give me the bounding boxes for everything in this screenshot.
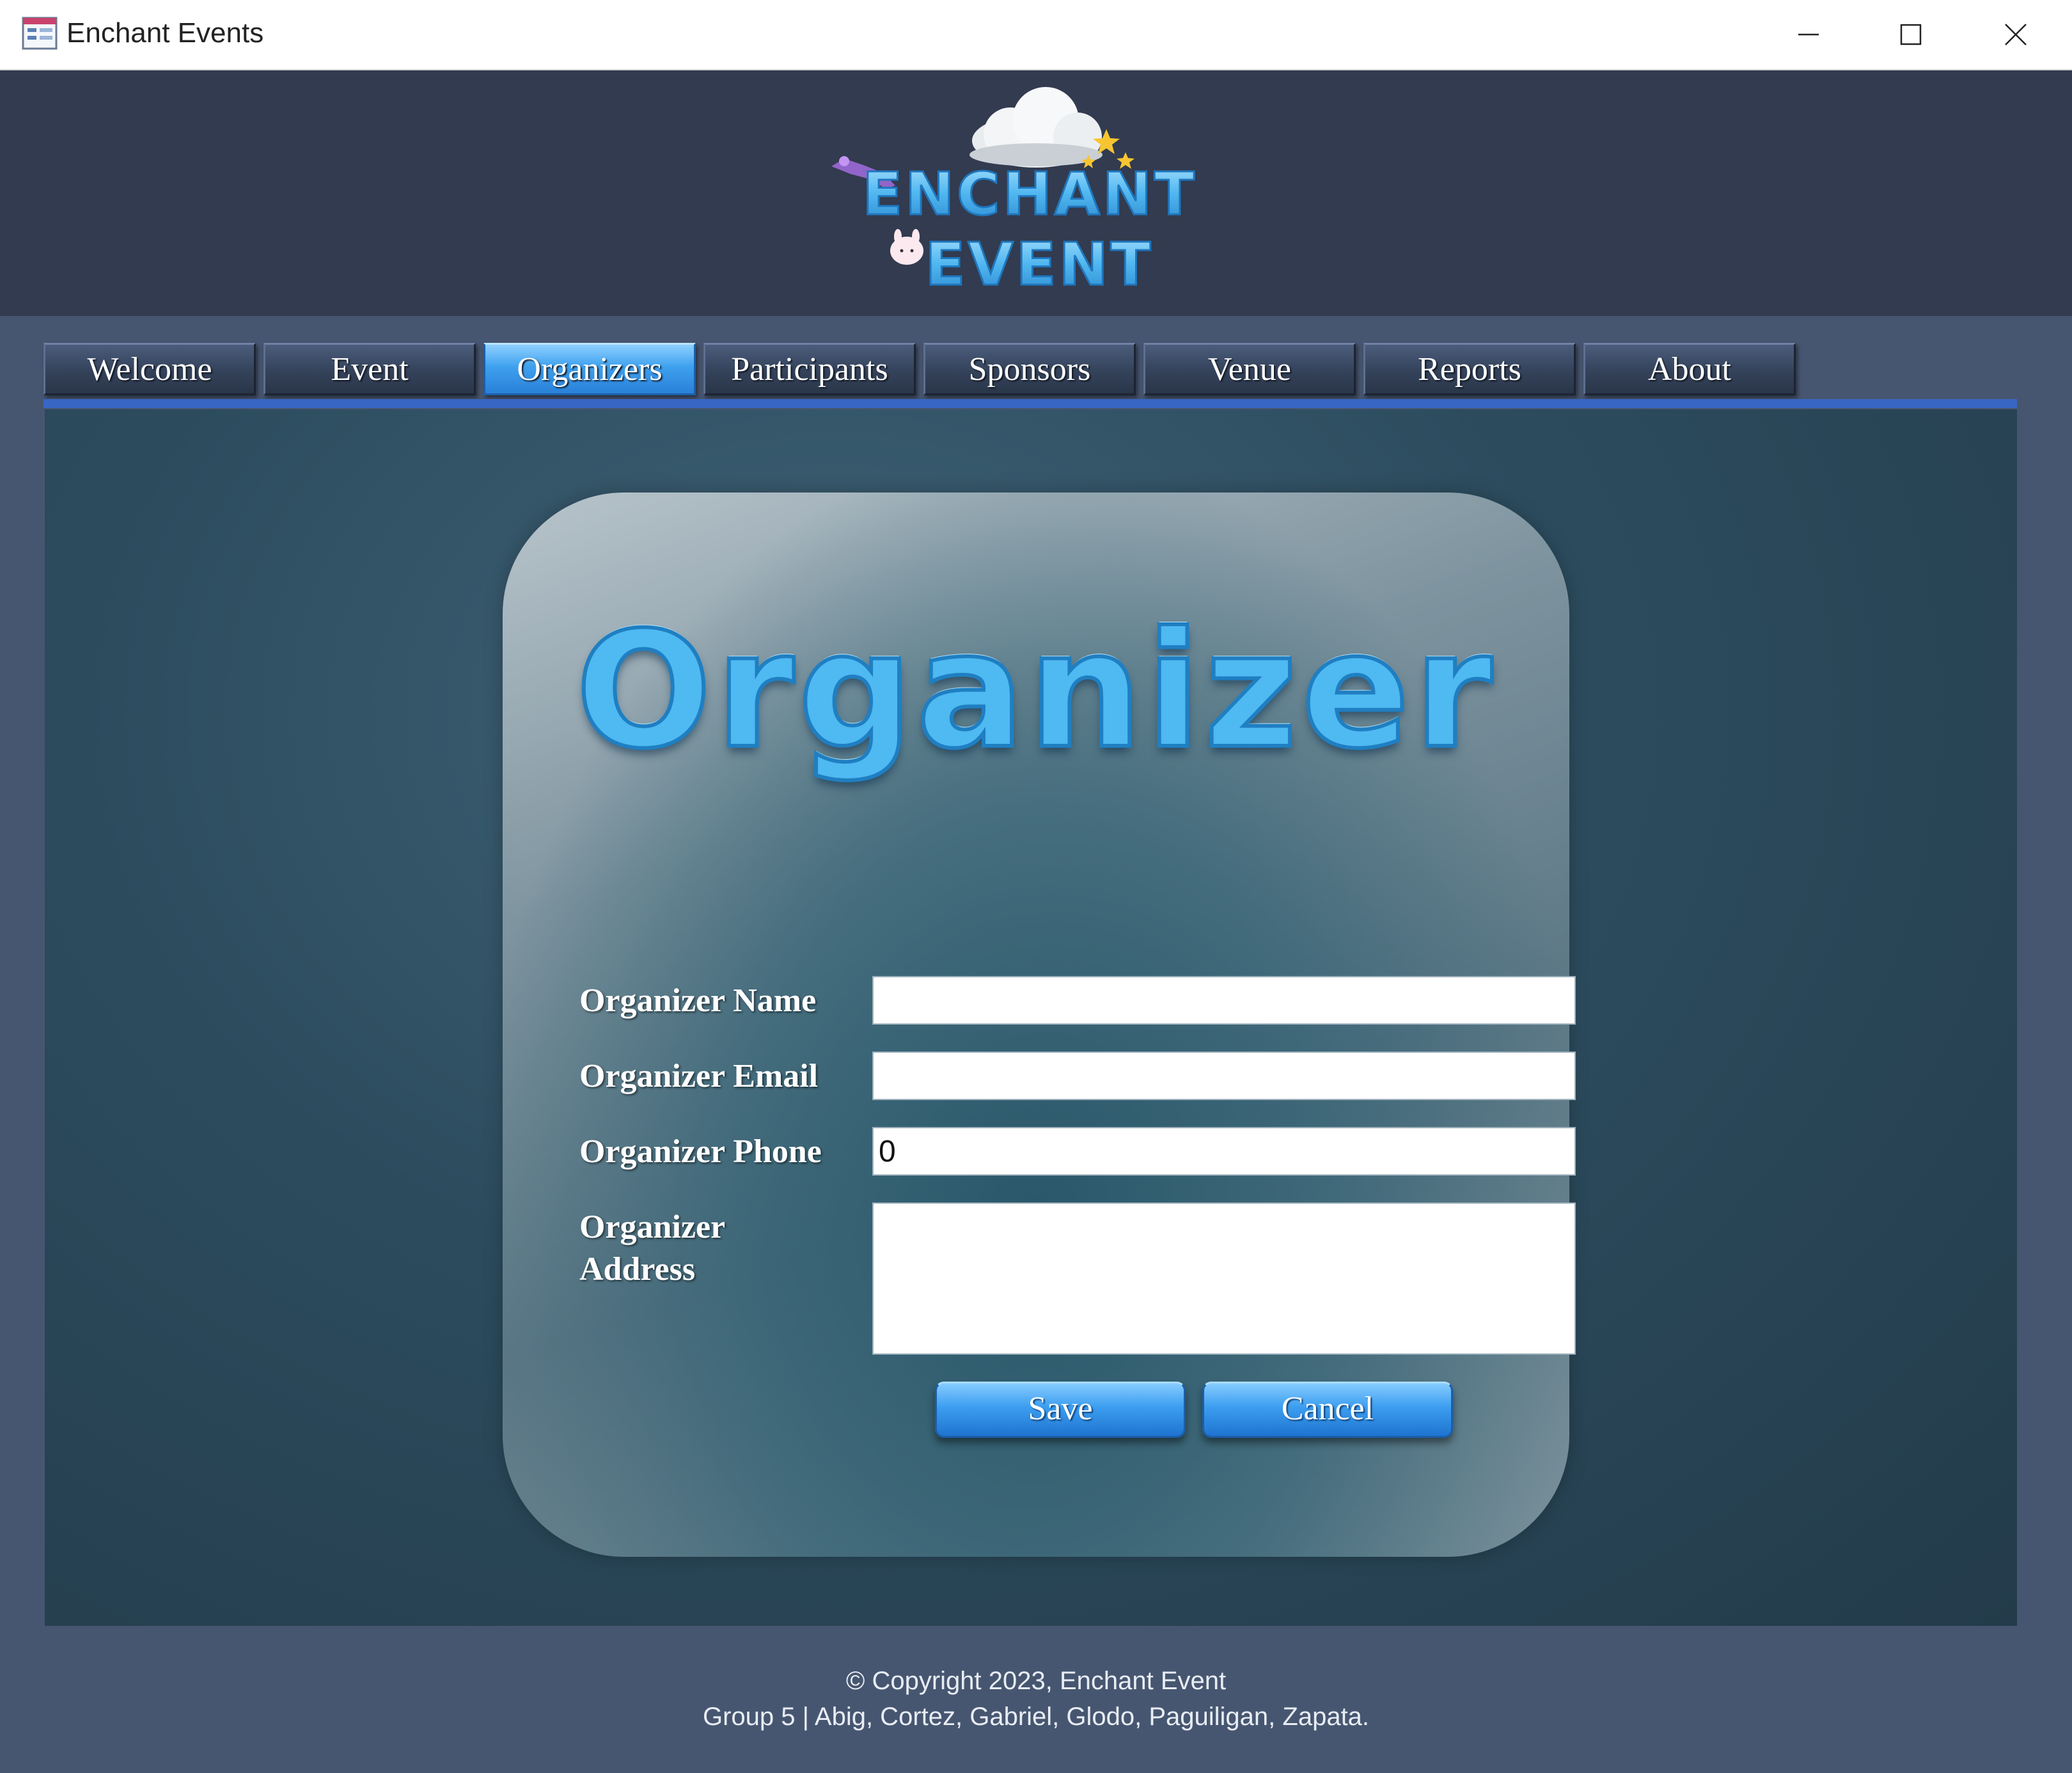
organizer-address-label-line1: Organizer <box>579 1209 726 1245</box>
cloud-icon <box>969 87 1103 168</box>
organizer-name-label: Organizer Name <box>579 982 817 1019</box>
organizer-name-input[interactable] <box>872 976 1576 1025</box>
maximize-icon <box>1900 24 1922 45</box>
organizer-address-label-line2: Address <box>579 1251 696 1288</box>
tab-venue[interactable]: Venue <box>1143 343 1356 395</box>
organizer-phone-input[interactable] <box>872 1127 1576 1176</box>
close-button[interactable] <box>1965 0 2067 69</box>
organizer-form-card: Organizer Organizer Name Organizer Email… <box>503 492 1576 1557</box>
header-banner: ENCHANT EVENT <box>0 70 2072 316</box>
tab-about[interactable]: About <box>1583 343 1796 395</box>
tab-underline <box>43 399 2017 408</box>
maximize-button[interactable] <box>1860 0 1962 69</box>
logo-text-event: EVENT <box>925 230 1154 299</box>
form-heading: Organizer <box>574 597 1496 784</box>
cancel-button[interactable]: Cancel <box>1202 1382 1453 1438</box>
tab-sponsors[interactable]: Sponsors <box>923 343 1136 395</box>
save-button[interactable]: Save <box>935 1382 1186 1438</box>
organizer-address-input[interactable] <box>872 1202 1576 1355</box>
content-area: Organizer Organizer Name Organizer Email… <box>45 409 2017 1626</box>
tab-welcome[interactable]: Welcome <box>43 343 256 395</box>
enchant-event-logo: ENCHANT EVENT <box>831 87 1197 300</box>
footer: © Copyright 2023, Enchant Event Group 5 … <box>0 1663 2072 1735</box>
organizer-phone-label: Organizer Phone <box>579 1133 822 1170</box>
tab-event[interactable]: Event <box>263 343 476 395</box>
tab-organizers[interactable]: Organizers <box>483 343 696 395</box>
organizer-address-label: Organizer Address <box>579 1206 725 1291</box>
window-title: Enchant Events <box>67 17 264 49</box>
minimize-button[interactable] <box>1757 0 1860 69</box>
app-form-icon <box>22 17 58 50</box>
organizer-email-label: Organizer Email <box>579 1058 819 1094</box>
copyright-text: © Copyright 2023, Enchant Event <box>845 1667 1227 1695</box>
tab-reports[interactable]: Reports <box>1363 343 1576 395</box>
close-icon <box>2005 24 2027 45</box>
bunny-icon <box>890 229 923 265</box>
title-bar: Enchant Events <box>0 0 2072 70</box>
logo-text-enchant: ENCHANT <box>862 160 1197 228</box>
group-members-text: Group 5 | Abig, Cortez, Gabriel, Glodo, … <box>702 1703 1370 1731</box>
organizer-email-input[interactable] <box>872 1052 1576 1100</box>
minimize-icon <box>1798 33 1819 36</box>
tab-participants[interactable]: Participants <box>703 343 916 395</box>
